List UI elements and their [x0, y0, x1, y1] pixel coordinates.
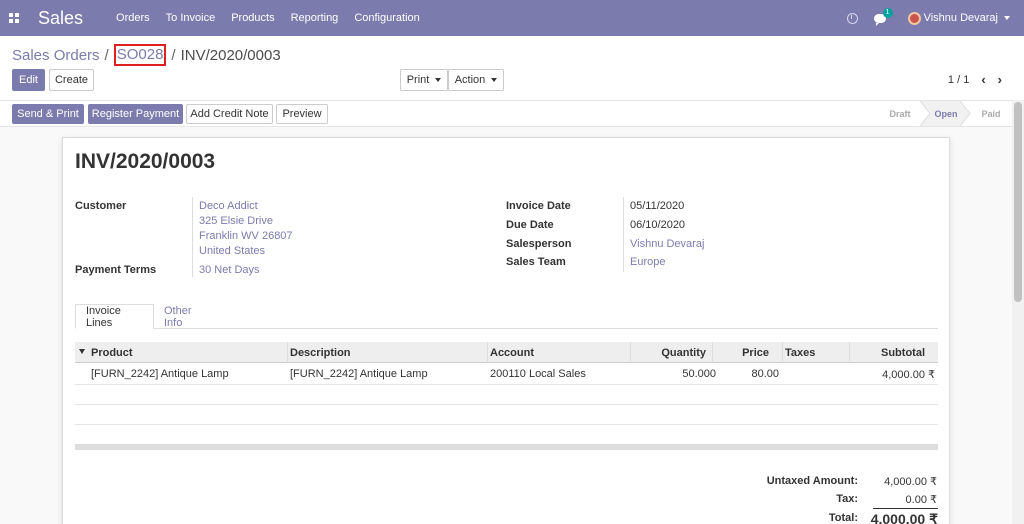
breadcrumb-sales-orders[interactable]: Sales Orders [12, 47, 100, 64]
invoice-title: INV/2020/0003 [75, 150, 216, 173]
preview-button[interactable]: Preview [276, 104, 328, 124]
row-divider [75, 404, 938, 405]
cell-subtotal[interactable]: 4,000.00 ₹ [852, 364, 935, 384]
column-header-price[interactable]: Price [714, 342, 769, 363]
column-header-quantity[interactable]: Quantity [632, 342, 706, 363]
salesperson-label: Salesperson [506, 238, 572, 250]
print-label: Print [406, 74, 430, 86]
page-scrollbar-thumb[interactable] [1014, 102, 1022, 302]
register-payment-button[interactable]: Register Payment [88, 104, 183, 124]
user-name[interactable]: Vishnu Devaraj [924, 12, 998, 24]
column-header-subtotal[interactable]: Subtotal [852, 342, 925, 363]
column-divider [487, 342, 488, 363]
customer-address-line[interactable]: 325 Elsie Drive [199, 215, 273, 227]
breadcrumb-order[interactable]: SO028 [113, 44, 167, 66]
chat-count-badge: 1 [882, 7, 893, 18]
status-stage-paid[interactable]: Paid [972, 101, 1010, 126]
column-divider [782, 342, 783, 363]
tab-other-info[interactable]: Other Info [154, 304, 222, 329]
breadcrumb-separator: / [104, 46, 109, 64]
row-divider [75, 424, 938, 425]
column-divider [712, 342, 713, 363]
cell-quantity[interactable]: 50.000 [632, 364, 716, 384]
sort-caret-icon[interactable] [79, 349, 85, 354]
breadcrumb: Sales Orders / SO028 / INV/2020/0003 [12, 44, 281, 66]
column-divider [287, 342, 288, 363]
create-button[interactable]: Create [49, 69, 94, 91]
total-divider [873, 508, 938, 509]
menu-products[interactable]: Products [231, 12, 274, 24]
invoice-date-label: Invoice Date [506, 200, 571, 212]
send-print-button[interactable]: Send & Print [12, 104, 84, 124]
sales-team-link[interactable]: Europe [630, 256, 665, 268]
due-date-value: 06/10/2020 [630, 219, 686, 231]
column-header-description[interactable]: Description [290, 342, 351, 363]
column-header-account[interactable]: Account [490, 342, 534, 363]
discuss-messages[interactable]: 1 [873, 7, 893, 26]
cell-description[interactable]: [FURN_2242] Antique Lamp [290, 364, 428, 384]
cell-price[interactable]: 80.00 [714, 364, 779, 384]
breadcrumb-separator: / [171, 46, 176, 64]
tax-value: 0.00 ₹ [905, 494, 937, 506]
payment-terms-label: Payment Terms [75, 264, 157, 276]
navbar-systray: 1 Vishnu Devaraj [846, 0, 1024, 36]
total-value: 4,000.00 ₹ [870, 511, 938, 524]
app-title[interactable]: Sales [38, 8, 83, 29]
tab-invoice-lines[interactable]: Invoice Lines [75, 304, 154, 329]
user-menu-caret-icon[interactable] [1004, 16, 1010, 20]
breadcrumb-current: INV/2020/0003 [180, 46, 281, 64]
column-divider [849, 342, 850, 363]
main-menu: Orders To Invoice Products Reporting Con… [116, 12, 436, 24]
add-credit-note-button[interactable]: Add Credit Note [186, 104, 273, 124]
cell-account[interactable]: 200110 Local Sales [490, 364, 586, 384]
row-divider [75, 384, 938, 385]
customer-label: Customer [75, 200, 127, 212]
salesperson-link[interactable]: Vishnu Devaraj [630, 238, 704, 250]
column-divider [630, 342, 631, 363]
tax-label: Tax: [836, 493, 858, 505]
status-stage-draft[interactable]: Draft [880, 101, 920, 126]
chevron-left-icon[interactable]: ‹ [981, 72, 985, 87]
menu-orders[interactable]: Orders [116, 12, 150, 24]
caret-down-icon [435, 78, 442, 82]
column-header-product[interactable]: Product [91, 342, 133, 363]
untaxed-amount-value: 4,000.00 ₹ [884, 476, 937, 488]
pager-value[interactable]: 1 / 1 [948, 74, 969, 86]
customer-address-line[interactable]: United States [199, 245, 265, 257]
cell-product[interactable]: [FURN_2242] Antique Lamp [91, 364, 229, 384]
field-divider [192, 197, 193, 277]
edit-button[interactable]: Edit [12, 69, 45, 91]
chevron-right-icon[interactable]: › [998, 72, 1002, 87]
payment-terms-link[interactable]: 30 Net Days [199, 264, 260, 276]
customer-link[interactable]: Deco Addict [199, 200, 258, 212]
user-avatar[interactable] [907, 11, 921, 25]
activity-clock-icon[interactable] [846, 12, 858, 24]
menu-to-invoice[interactable]: To Invoice [166, 12, 216, 24]
print-dropdown[interactable]: Print [400, 69, 448, 91]
due-date-label: Due Date [506, 219, 554, 231]
pager: 1 / 1 ‹ › [948, 72, 1002, 87]
action-dropdown[interactable]: Action [448, 69, 504, 91]
caret-down-icon [491, 78, 498, 82]
top-navbar: Sales Orders To Invoice Products Reporti… [0, 0, 1024, 36]
invoice-statusbar: Send & Print Register Payment Add Credit… [0, 100, 1012, 127]
field-divider [623, 197, 624, 272]
total-label: Total: [828, 512, 858, 524]
column-header-taxes[interactable]: Taxes [785, 342, 815, 363]
apps-menu-icon[interactable] [9, 13, 19, 23]
table-footer [75, 444, 938, 450]
action-label: Action [454, 74, 486, 86]
customer-address-line[interactable]: Franklin WV 26807 [199, 230, 293, 242]
invoice-date-value: 05/11/2020 [630, 200, 685, 212]
menu-reporting[interactable]: Reporting [291, 12, 339, 24]
menu-configuration[interactable]: Configuration [354, 12, 419, 24]
sales-team-label: Sales Team [506, 256, 566, 268]
untaxed-amount-label: Untaxed Amount: [766, 475, 858, 487]
invoice-sheet [62, 137, 950, 524]
status-stage-open: Open [934, 108, 958, 119]
